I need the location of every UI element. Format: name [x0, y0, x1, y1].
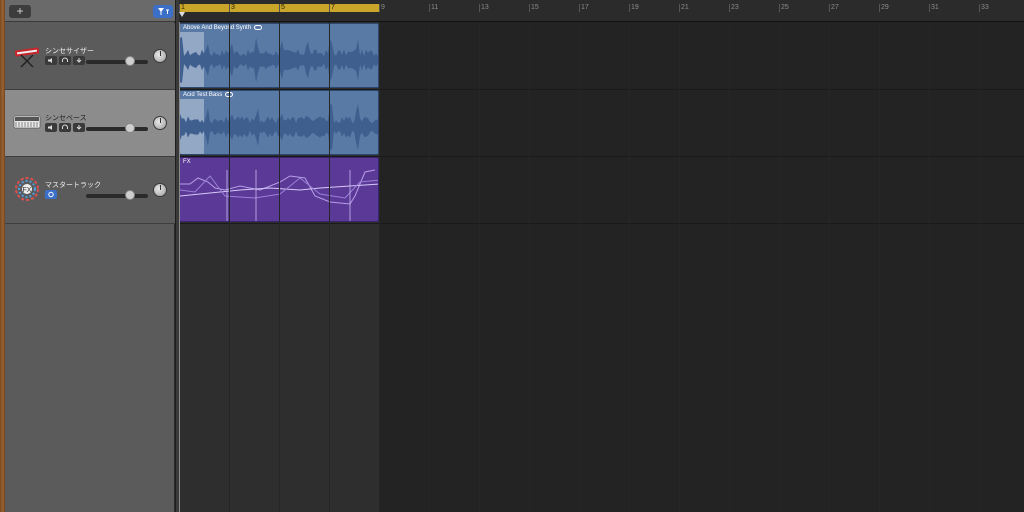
- ruler-tick: [229, 4, 230, 12]
- grid-line: [479, 22, 480, 512]
- ruler-tick: [279, 4, 280, 12]
- grid-line: [779, 22, 780, 512]
- grid-line: [929, 22, 930, 512]
- ruler-bar-number: 33: [981, 4, 989, 11]
- grid-line: [329, 22, 330, 512]
- headphones-icon[interactable]: [59, 123, 71, 132]
- grid-line: [529, 22, 530, 512]
- ruler-tick: [179, 4, 180, 12]
- ruler-bar-number: 27: [831, 4, 839, 11]
- ruler-tick: [629, 4, 630, 12]
- automation-icon[interactable]: [45, 190, 57, 199]
- ruler-tick: [979, 4, 980, 12]
- svg-text:FX: FX: [23, 187, 32, 194]
- lane-separator: [179, 223, 1024, 224]
- tracks-area[interactable]: Above And Beyond Synth Acid Test Bass FX: [179, 22, 1024, 512]
- track-header-toolbar: +: [5, 0, 175, 22]
- track-header-master[interactable]: FX マスタートラック: [5, 157, 175, 224]
- synth-keyboard-icon: [13, 41, 41, 69]
- volume-slider-track[interactable]: [86, 60, 148, 64]
- grid-line: [879, 22, 880, 512]
- timeline-ruler[interactable]: 1 3 5 7 9 11 13 15 17 19 21 23 25 27 29 31 33: [179, 0, 1024, 22]
- volume-slider-track[interactable]: [86, 194, 148, 198]
- grid-line: [629, 22, 630, 512]
- region-title: Above And Beyond Synth: [183, 25, 263, 31]
- track-name: シンセサイザー: [45, 48, 94, 55]
- ruler-tick: [929, 4, 930, 12]
- ruler-tick: [779, 4, 780, 12]
- region-title: FX: [183, 159, 191, 165]
- grid-line: [679, 22, 680, 512]
- playhead-marker[interactable]: [179, 12, 185, 17]
- ruler-bar-number: 13: [481, 4, 489, 11]
- ruler-tick: [379, 4, 380, 12]
- ruler-bar-number: 11: [431, 4, 439, 11]
- ruler-tick: [829, 4, 830, 12]
- mute-icon[interactable]: [45, 123, 57, 132]
- track-headers: + シンセサイザー シンセベース FX マスタートラック: [5, 0, 175, 512]
- ruler-bar-number: 5: [281, 4, 285, 11]
- grid-line: [729, 22, 730, 512]
- ruler-bar-number: 19: [631, 4, 639, 11]
- ruler-bar-number: 21: [681, 4, 689, 11]
- ruler-tick: [529, 4, 530, 12]
- ruler-bar-number: 9: [381, 4, 385, 11]
- track-name: シンセベース: [45, 115, 87, 122]
- track-header-synth[interactable]: シンセサイザー: [5, 23, 175, 90]
- ruler-tick: [879, 4, 880, 12]
- grid-line: [229, 22, 230, 512]
- add-track-button[interactable]: +: [9, 5, 31, 18]
- pan-knob[interactable]: [153, 49, 167, 63]
- ruler-bar-number: 15: [531, 4, 539, 11]
- grid-line: [279, 22, 280, 512]
- headphones-icon[interactable]: [59, 56, 71, 65]
- ruler-bar-number: 25: [781, 4, 789, 11]
- volume-slider-knob[interactable]: [125, 56, 135, 66]
- ruler-bar-number: 3: [231, 4, 235, 11]
- mute-icon[interactable]: [45, 56, 57, 65]
- filter-icon[interactable]: [153, 5, 173, 18]
- record-enable-icon[interactable]: [73, 123, 85, 132]
- grid-line: [979, 22, 980, 512]
- grid-line: [429, 22, 430, 512]
- grid-line: [579, 22, 580, 512]
- ruler-bar-number: 1: [181, 4, 185, 11]
- ruler-tick: [429, 4, 430, 12]
- ruler-bar-number: 31: [931, 4, 939, 11]
- ruler-tick: [679, 4, 680, 12]
- region-title: Acid Test Bass: [183, 92, 234, 98]
- ruler-tick: [729, 4, 730, 12]
- playhead-line[interactable]: [179, 22, 180, 512]
- pan-knob[interactable]: [153, 183, 167, 197]
- ruler-tick: [479, 4, 480, 12]
- ruler-tick: [579, 4, 580, 12]
- pan-knob[interactable]: [153, 116, 167, 130]
- track-name: マスタートラック: [45, 182, 101, 189]
- grid-line: [379, 22, 380, 512]
- volume-slider-knob[interactable]: [125, 190, 135, 200]
- ruler-bar-number: 17: [581, 4, 589, 11]
- volume-slider-track[interactable]: [86, 127, 148, 131]
- bass-synth-icon: [13, 108, 41, 136]
- loop-icon: [254, 25, 263, 30]
- ruler-bar-number: 23: [731, 4, 739, 11]
- track-header-synth-bass[interactable]: シンセベース: [5, 90, 175, 157]
- volume-slider-knob[interactable]: [125, 123, 135, 133]
- ruler-bar-number: 7: [331, 4, 335, 11]
- record-enable-icon[interactable]: [73, 56, 85, 65]
- fx-master-icon: FX: [13, 175, 41, 203]
- ruler-bar-number: 29: [881, 4, 889, 11]
- grid-line: [829, 22, 830, 512]
- ruler-tick: [329, 4, 330, 12]
